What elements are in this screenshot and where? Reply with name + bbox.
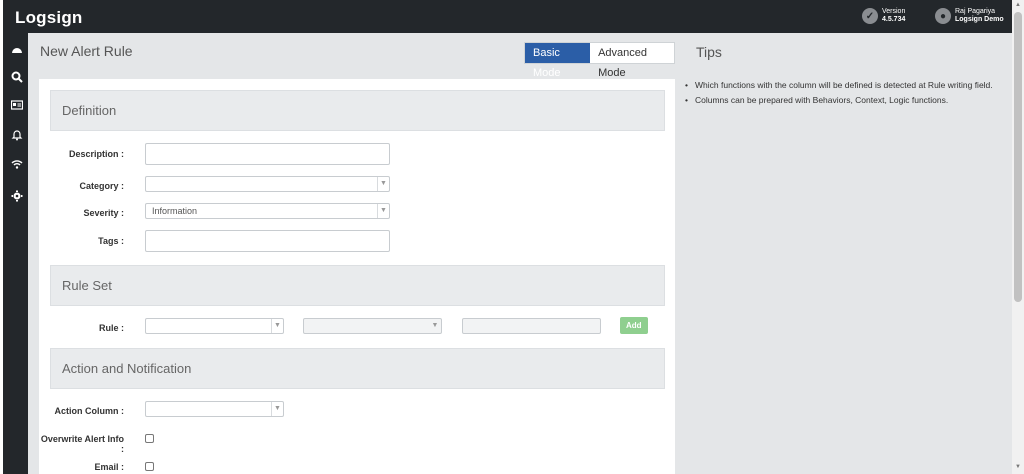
version-value: 4.5.734 [882, 16, 906, 23]
user-menu[interactable]: ● Raj Pagariya Logsign Demo [935, 8, 1004, 24]
advanced-mode-button[interactable]: Advanced Mode [590, 43, 674, 79]
user-name: Raj Pagariya [955, 8, 996, 15]
user-icon: ● [935, 8, 951, 24]
tips-list: Which functions with the column will be … [685, 80, 995, 110]
chevron-down-icon: ▼ [271, 319, 283, 333]
top-bar: Logsign ✓ Version 4.5.734 ● Raj Pagariya… [0, 0, 1012, 33]
email-checkbox[interactable] [145, 462, 154, 471]
email-label: Email : [94, 462, 124, 472]
tips-title: Tips [696, 44, 722, 60]
bell-icon[interactable] [8, 127, 26, 143]
version-info: ✓ Version 4.5.734 [862, 8, 905, 24]
overwrite-alert-info-label: Overwrite Alert Info : [40, 434, 124, 454]
action-column-select[interactable]: ▼ [145, 401, 284, 417]
description-input[interactable] [145, 143, 390, 165]
page-scrollbar[interactable]: ▲ ▼ [1012, 0, 1024, 474]
definition-section-header: Definition [50, 90, 665, 131]
search-icon[interactable] [8, 69, 26, 85]
check-icon: ✓ [862, 8, 878, 24]
chevron-down-icon: ▼ [431, 322, 439, 329]
main-panel: New Alert Rule Basic Mode Advanced Mode … [28, 33, 675, 474]
scroll-thumb[interactable] [1014, 12, 1022, 302]
section-title: Action and Notification [62, 361, 192, 376]
category-label: Category : [79, 181, 124, 191]
severity-value: Information [152, 206, 198, 216]
version-label: Version [882, 8, 906, 15]
gear-icon[interactable] [8, 188, 26, 204]
section-title: Definition [62, 103, 117, 118]
severity-label: Severity : [83, 208, 124, 218]
basic-mode-button[interactable]: Basic Mode [525, 43, 591, 79]
scroll-up-icon[interactable]: ▲ [1014, 0, 1022, 10]
tips-panel: Tips Which functions with the column wil… [675, 33, 1012, 474]
wifi-icon[interactable] [8, 156, 26, 172]
rule-label: Rule : [98, 323, 124, 333]
chevron-down-icon: ▼ [271, 402, 283, 416]
mode-switch: Basic Mode Advanced Mode [524, 42, 675, 79]
rule-operator-select[interactable]: ▼ [303, 318, 442, 334]
action-column-label: Action Column : [54, 406, 125, 416]
rule-set-section-header: Rule Set [50, 265, 665, 306]
sidebar [0, 33, 28, 474]
user-org: Logsign Demo [955, 16, 1004, 23]
tip-item: Which functions with the column will be … [685, 80, 995, 91]
description-label: Description : [68, 149, 124, 159]
tags-label: Tags : [98, 236, 124, 246]
tip-item: Columns can be prepared with Behaviors, … [685, 95, 995, 106]
rule-value-input[interactable] [462, 318, 601, 334]
id-card-icon[interactable] [8, 97, 26, 113]
category-select[interactable]: ▼ [145, 176, 390, 192]
add-rule-button[interactable]: Add [620, 317, 648, 334]
tags-input[interactable] [145, 230, 390, 252]
dashboard-icon[interactable] [8, 42, 26, 58]
chevron-down-icon: ▼ [377, 204, 389, 218]
overwrite-alert-info-checkbox[interactable] [145, 434, 154, 443]
severity-select[interactable]: Information ▼ [145, 203, 390, 219]
page-title: New Alert Rule [40, 43, 133, 59]
app-logo[interactable]: Logsign [15, 8, 83, 28]
rule-column-select[interactable]: ▼ [145, 318, 284, 334]
chevron-down-icon: ▼ [377, 177, 389, 191]
scroll-down-icon[interactable]: ▼ [1014, 462, 1022, 472]
alert-rule-form: Definition Description : Category : ▼ Se… [39, 79, 675, 474]
section-title: Rule Set [62, 278, 112, 293]
action-section-header: Action and Notification [50, 348, 665, 389]
